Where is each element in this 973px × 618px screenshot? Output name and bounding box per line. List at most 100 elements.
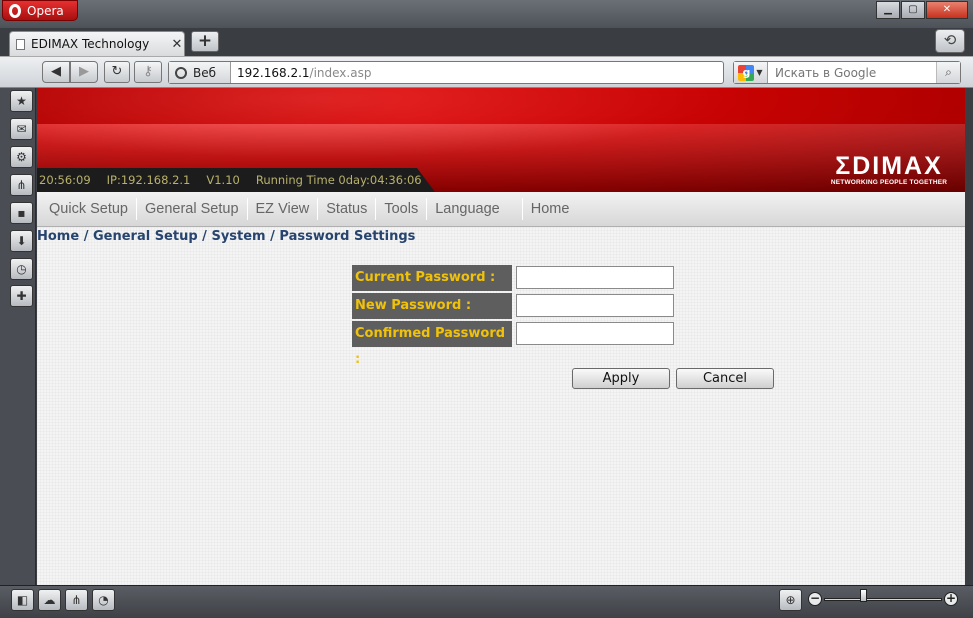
- logo-word: ΣDIMAX: [835, 152, 943, 180]
- zoom-out-button[interactable]: −: [808, 592, 822, 606]
- opera-menu-button[interactable]: Opera: [2, 0, 78, 21]
- sidebar-bookmarks-button[interactable]: ★: [10, 90, 33, 112]
- new-tab-button[interactable]: +: [191, 31, 219, 52]
- globe-icon: [175, 66, 187, 79]
- status-bar: ◧ ☁ ⋔ ◔ ⊕ − +: [0, 585, 973, 618]
- search-icon: ⌕: [945, 65, 952, 79]
- web-page: 20:56:09 IP:192.168.2.1 V1.10 Running Ti…: [37, 88, 965, 585]
- confirmed-password-field[interactable]: [516, 322, 674, 345]
- wand-button[interactable]: ⚷: [134, 61, 162, 83]
- share-icon: ⋔: [16, 178, 27, 192]
- router-version: V1.10: [206, 173, 240, 187]
- closed-tabs-button[interactable]: ⟲: [935, 29, 965, 53]
- apply-button[interactable]: Apply: [572, 368, 670, 389]
- menu-quick-setup[interactable]: Quick Setup: [41, 201, 136, 217]
- banner-top-shade: [37, 88, 965, 124]
- confirmed-password-label: Confirmed Password :: [352, 321, 512, 367]
- page-icon: [16, 38, 25, 50]
- search-engine-selector[interactable]: g ▼: [734, 62, 768, 83]
- router-info-strip: 20:56:09 IP:192.168.2.1 V1.10 Running Ti…: [37, 168, 435, 192]
- router-running-time: Running Time 0day:04:36:06: [255, 173, 422, 187]
- download-icon: ⬇: [16, 234, 27, 248]
- router-time: 20:56:09: [39, 173, 91, 187]
- tab-close-icon[interactable]: ✕: [170, 37, 184, 52]
- reload-button[interactable]: ↻: [104, 61, 130, 83]
- confirmed-password-row: Confirmed Password :: [352, 321, 674, 367]
- logo-tagline: NETWORKING PEOPLE TOGETHER: [830, 179, 948, 186]
- zoom-in-button[interactable]: +: [944, 592, 958, 606]
- gear-icon: ⚙: [16, 150, 27, 164]
- navigation-toolbar: ◀ ▶ ↻ ⚷ Веб 192.168.2.1/index.asp g ▼ ⌕: [0, 56, 973, 88]
- url-path: /index.asp: [309, 65, 372, 80]
- plus-icon: +: [945, 591, 957, 605]
- clock-icon: ◷: [16, 262, 27, 276]
- opera-menu-label: Opera: [27, 3, 64, 18]
- magnifier-icon: ⊕: [785, 593, 796, 607]
- new-password-label: New Password :: [352, 293, 512, 319]
- opera-link-button[interactable]: ☁: [38, 589, 61, 611]
- title-bar: Opera ▁ ▢ ✕: [0, 0, 973, 28]
- site-badge-label: Веб: [193, 65, 217, 80]
- forward-button[interactable]: ▶: [70, 61, 98, 83]
- star-icon: ★: [16, 94, 27, 108]
- current-password-field[interactable]: [516, 266, 674, 289]
- key-icon: ⚷: [143, 64, 153, 79]
- sidebar-unite-button[interactable]: ⋔: [10, 174, 33, 196]
- cloud-icon: ☁: [43, 593, 56, 607]
- panel-toggle-icon: ◧: [16, 593, 29, 607]
- google-icon: g: [738, 64, 755, 81]
- chevron-down-icon: ▼: [756, 68, 763, 77]
- new-password-field[interactable]: [516, 294, 674, 317]
- forward-arrow-icon: ▶: [79, 64, 89, 79]
- reload-icon: ↻: [111, 64, 123, 79]
- menu-language[interactable]: Language: [427, 201, 508, 217]
- tab-bar: EDIMAX Technology ✕ + ⟲: [0, 28, 973, 56]
- zoom-slider-track[interactable]: [824, 598, 942, 601]
- menu-tools[interactable]: Tools: [376, 201, 426, 217]
- url-host: 192.168.2.1: [237, 65, 310, 80]
- menu-status[interactable]: Status: [318, 201, 375, 217]
- sidebar-add-panel-button[interactable]: ✚: [10, 285, 33, 307]
- opera-logo-icon: [9, 3, 21, 18]
- tab-edimax[interactable]: EDIMAX Technology ✕: [9, 31, 185, 56]
- minimize-button[interactable]: ▁: [876, 1, 900, 19]
- plus-icon: ✚: [16, 289, 27, 303]
- menu-home[interactable]: Home: [523, 201, 578, 217]
- notes-icon: ▪: [17, 206, 26, 220]
- right-edge-strip: [965, 88, 973, 585]
- opera-unite-button[interactable]: ⋔: [65, 589, 88, 611]
- sidebar-mail-button[interactable]: ✉: [10, 118, 33, 140]
- back-button[interactable]: ◀: [42, 61, 70, 83]
- sidebar-history-button[interactable]: ◷: [10, 258, 33, 280]
- close-window-button[interactable]: ✕: [926, 1, 968, 19]
- header-banner: 20:56:09 IP:192.168.2.1 V1.10 Running Ti…: [37, 88, 965, 192]
- unite-icon: ⋔: [71, 593, 82, 607]
- turbo-button[interactable]: ◔: [92, 589, 115, 611]
- back-arrow-icon: ◀: [51, 64, 61, 79]
- sidebar-downloads-button[interactable]: ⬇: [10, 230, 33, 252]
- current-password-label: Current Password :: [352, 265, 512, 291]
- zoom-fit-button[interactable]: ⊕: [779, 589, 802, 611]
- maximize-button[interactable]: ▢: [901, 1, 925, 19]
- trash-icon: ⟲: [943, 31, 957, 49]
- search-box: g ▼ ⌕: [733, 61, 961, 84]
- router-main-menu: Quick Setup General Setup EZ View Status…: [37, 192, 965, 227]
- search-input[interactable]: [768, 62, 936, 83]
- breadcrumb: Home / General Setup / System / Password…: [37, 229, 416, 244]
- menu-ez-view[interactable]: EZ View: [248, 201, 318, 217]
- sidebar-notes-button[interactable]: ▪: [10, 202, 33, 224]
- tab-title: EDIMAX Technology: [31, 37, 150, 51]
- panel-toggle-button[interactable]: ◧: [11, 589, 34, 611]
- panel-sidebar: ★ ✉ ⚙ ⋔ ▪ ⬇ ◷ ✚: [0, 88, 36, 585]
- router-ip: IP:192.168.2.1: [106, 173, 191, 187]
- address-bar[interactable]: Веб 192.168.2.1/index.asp: [168, 61, 724, 84]
- site-info-badge[interactable]: Веб: [169, 62, 231, 83]
- edimax-logo: ΣDIMAX NETWORKING PEOPLE TOGETHER: [825, 152, 953, 187]
- sidebar-settings-button[interactable]: ⚙: [10, 146, 33, 168]
- minus-icon: −: [809, 591, 821, 605]
- search-button[interactable]: ⌕: [936, 62, 960, 83]
- cancel-button[interactable]: Cancel: [676, 368, 774, 389]
- mail-icon: ✉: [16, 122, 27, 136]
- menu-general-setup[interactable]: General Setup: [137, 201, 247, 217]
- zoom-slider-handle[interactable]: [859, 589, 867, 602]
